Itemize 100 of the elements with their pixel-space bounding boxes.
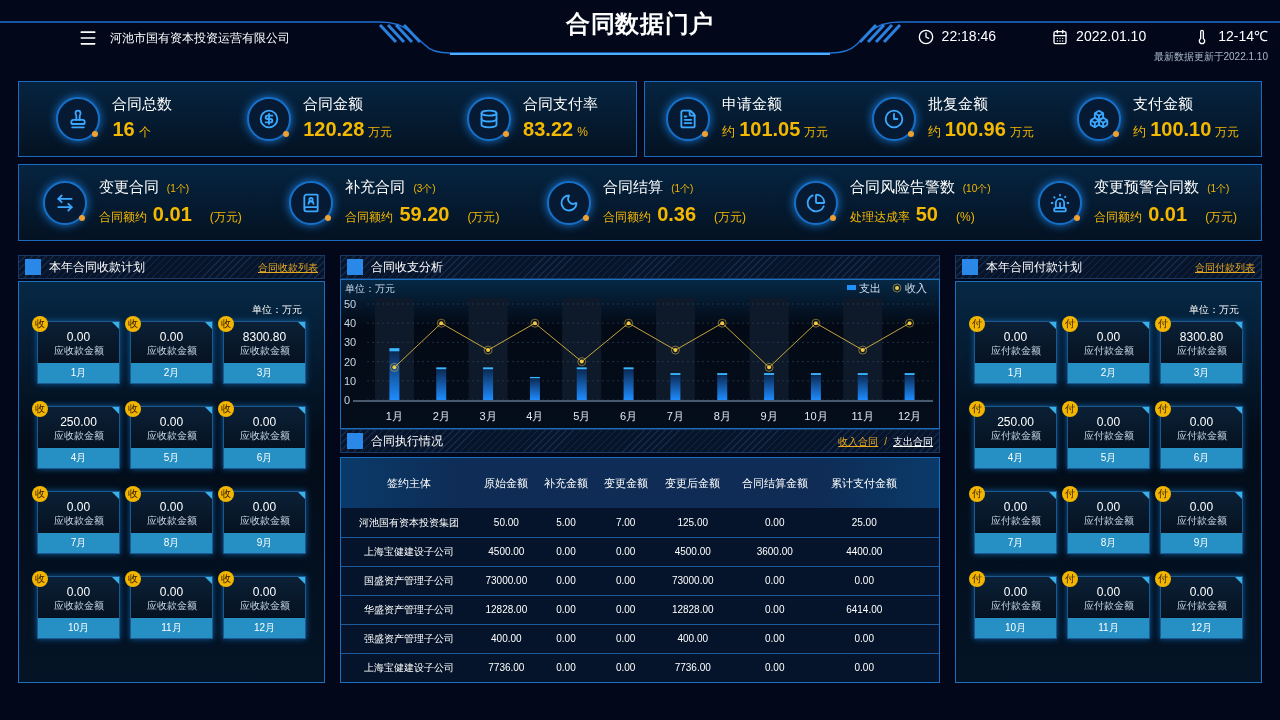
crescent-icon bbox=[559, 192, 580, 213]
list-link[interactable]: 合同付款列表 bbox=[1195, 259, 1255, 275]
badge: 收 bbox=[125, 401, 141, 417]
contract-tab[interactable]: 收入合同 bbox=[838, 433, 879, 449]
month-label: 1月 bbox=[975, 363, 1056, 383]
amount-label: 应付款金额 bbox=[1083, 344, 1134, 357]
table-cell: 0.00 bbox=[595, 624, 656, 653]
legend-label: 收入 bbox=[905, 282, 927, 294]
panel-title: 合同收支分析 bbox=[371, 259, 444, 276]
badge: 付 bbox=[1155, 316, 1171, 332]
month-label: 2月 bbox=[131, 363, 212, 383]
table-cell: 0.00 bbox=[819, 566, 909, 595]
table-cell: 6414.00 bbox=[819, 595, 909, 624]
dollar-coin-icon bbox=[259, 109, 280, 129]
income-point bbox=[905, 318, 915, 328]
table-cell: 50.00 bbox=[476, 508, 537, 537]
table-cell: 0.00 bbox=[536, 566, 596, 595]
badge: 收 bbox=[125, 486, 141, 502]
expense-bar bbox=[436, 367, 447, 400]
amount-label: 应收款金额 bbox=[53, 429, 104, 442]
month-label: 6月 bbox=[224, 448, 305, 468]
table-cell: 400.00 bbox=[655, 624, 730, 653]
stat-unit: 个 bbox=[138, 124, 151, 141]
month-label: 9月 bbox=[224, 533, 305, 553]
table-cell: 0.00 bbox=[819, 653, 909, 682]
separator: / bbox=[884, 434, 887, 449]
document-icon bbox=[678, 109, 699, 129]
indicator-value: 59.20 bbox=[399, 201, 450, 227]
amount-label: 应收款金额 bbox=[239, 514, 290, 527]
legend-label: 支出 bbox=[859, 282, 881, 294]
expense-bar bbox=[810, 373, 821, 400]
table-cell: 7736.00 bbox=[476, 653, 537, 682]
square-icon bbox=[347, 433, 363, 449]
y-tick-label: 10 bbox=[344, 374, 357, 387]
list-link[interactable]: 合同收款列表 bbox=[258, 259, 318, 275]
badge: 付 bbox=[969, 401, 985, 417]
amount-value: 0.00 bbox=[1003, 498, 1028, 515]
contact-book-icon bbox=[301, 192, 322, 213]
amount-label: 应收款金额 bbox=[146, 599, 197, 612]
amount-value: 0.00 bbox=[159, 498, 184, 515]
table-cell: 0.00 bbox=[536, 624, 596, 653]
amount-value: 0.00 bbox=[252, 498, 277, 515]
table-cell: 73000.00 bbox=[476, 566, 537, 595]
database-icon bbox=[479, 109, 500, 129]
income-point bbox=[764, 362, 774, 372]
amount-label: 应付款金额 bbox=[1176, 514, 1227, 527]
x-tick-label: 7月 bbox=[666, 410, 684, 422]
contract-tab[interactable]: 支出合同 bbox=[893, 433, 933, 449]
badge: 收 bbox=[32, 571, 48, 587]
expense-bar bbox=[857, 373, 868, 400]
indicator-unit: (万元) bbox=[467, 208, 500, 226]
y-tick-label: 20 bbox=[344, 355, 357, 368]
indicator-unit: (万元) bbox=[714, 208, 747, 226]
table-cell: 3600.00 bbox=[730, 537, 820, 566]
month-label: 5月 bbox=[131, 448, 212, 468]
amount-label: 应收款金额 bbox=[53, 514, 104, 527]
square-icon bbox=[347, 259, 363, 275]
amount-value: 0.00 bbox=[252, 583, 277, 600]
panel-title: 本年合同付款计划 bbox=[986, 259, 1083, 276]
square-icon bbox=[25, 259, 41, 275]
table-cell: 0.00 bbox=[536, 537, 596, 566]
badge: 收 bbox=[32, 316, 48, 332]
alarm-light-icon bbox=[1050, 192, 1071, 213]
badge: 收 bbox=[218, 571, 234, 587]
table-cell: 0.00 bbox=[536, 595, 596, 624]
x-tick-label: 6月 bbox=[620, 410, 638, 422]
stat-value: 100.96 bbox=[944, 117, 1006, 142]
indicator-label: 处理达成率 bbox=[849, 208, 910, 226]
table-cell: 7736.00 bbox=[655, 653, 730, 682]
column-header: 原始金额 bbox=[476, 458, 537, 508]
amount-label: 应付款金额 bbox=[1083, 429, 1134, 442]
amount-label: 应收款金额 bbox=[239, 429, 290, 442]
table-cell: 0.00 bbox=[730, 595, 820, 624]
badge: 付 bbox=[1155, 401, 1171, 417]
amount-value: 0.00 bbox=[159, 328, 184, 345]
amount-label: 应付款金额 bbox=[1176, 599, 1227, 612]
amount-value: 0.00 bbox=[1096, 328, 1121, 345]
indicator-label: 合同额约 bbox=[98, 208, 147, 226]
income-point bbox=[858, 345, 868, 355]
table-cell: 0.00 bbox=[595, 653, 656, 682]
month-label: 10月 bbox=[975, 618, 1056, 638]
income-point bbox=[717, 318, 727, 328]
x-tick-label: 11月 bbox=[851, 410, 874, 422]
update-note: 最新数据更新于2022.1.10 bbox=[1153, 50, 1268, 64]
indicator-title: 合同风险告警数 bbox=[849, 177, 955, 198]
page-title: 合同数据门户 bbox=[566, 9, 714, 39]
panel-title: 本年合同收款计划 bbox=[49, 259, 146, 276]
amount-label: 应付款金额 bbox=[990, 599, 1041, 612]
menu-icon[interactable] bbox=[78, 28, 98, 48]
unit-label: 单位：万元 bbox=[252, 303, 302, 317]
x-tick-label: 1月 bbox=[385, 410, 403, 422]
amount-value: 0.00 bbox=[66, 498, 91, 515]
badge: 收 bbox=[218, 486, 234, 502]
indicator-title: 变更预警合同数 bbox=[1094, 177, 1200, 198]
income-point bbox=[530, 318, 540, 328]
square-icon bbox=[962, 259, 978, 275]
stat-prefix: 约 bbox=[1133, 123, 1147, 141]
month-label: 11月 bbox=[131, 618, 212, 638]
x-tick-label: 3月 bbox=[479, 410, 497, 422]
income-point bbox=[811, 318, 821, 328]
